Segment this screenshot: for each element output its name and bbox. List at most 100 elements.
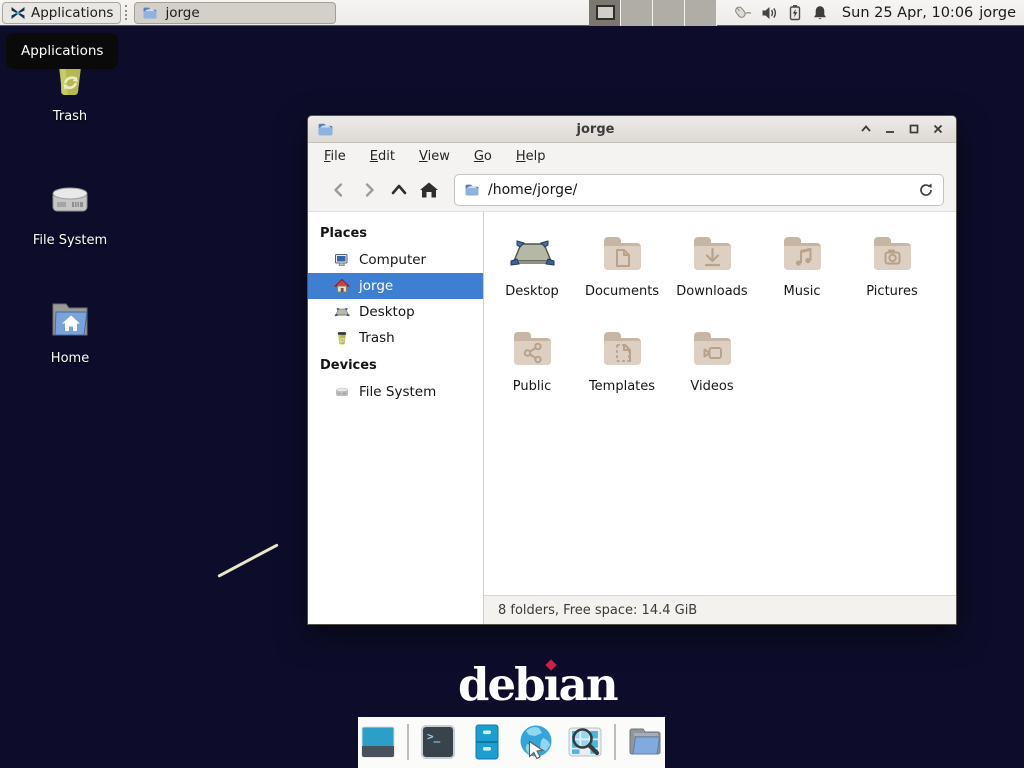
desktop-icon-file-system[interactable]: File System [22, 176, 118, 248]
menu-go[interactable]: Go [474, 149, 492, 164]
window-title: jorge [334, 122, 857, 137]
panel-grip-handle[interactable] [125, 5, 130, 20]
menu-file[interactable]: File [324, 149, 346, 164]
sidebar-item-desktop[interactable]: Desktop [308, 299, 483, 325]
folder-templates[interactable]: Templates [577, 315, 667, 410]
sidebar-item-label: File System [359, 384, 436, 400]
desktop-icon [508, 229, 556, 277]
location-bar[interactable]: /home/jorge/ [454, 174, 944, 206]
status-bar: 8 folders, Free space: 14.4 GiB [484, 595, 956, 624]
workspace-3[interactable] [653, 0, 685, 26]
sidebar-item-jorge[interactable]: jorge [308, 273, 483, 299]
sidebar-item-label: Trash [359, 330, 395, 346]
show-desktop-icon[interactable] [358, 722, 398, 762]
mouse-icon[interactable] [731, 4, 751, 22]
applications-menu-button[interactable]: Applications [2, 2, 121, 24]
file-manager-window: jorge File Edit View Go Help [307, 115, 957, 625]
documents-folder-icon [598, 229, 646, 277]
sidebar-item-trash[interactable]: Trash [308, 325, 483, 351]
up-button[interactable] [384, 176, 414, 204]
sidebar-item-label: Computer [359, 252, 426, 268]
system-tray [731, 4, 828, 22]
home-button[interactable] [414, 176, 444, 204]
file-view[interactable]: Desktop Documents Downloads [484, 212, 956, 624]
videos-folder-icon [688, 324, 736, 372]
panel-clock[interactable]: Sun 25 Apr, 10:06 [842, 5, 973, 21]
taskbar-window-label: jorge [165, 5, 199, 21]
folder-music[interactable]: Music [757, 220, 847, 315]
menu-edit[interactable]: Edit [370, 149, 395, 164]
file-manager-icon[interactable] [625, 722, 665, 762]
sidebar-item-file-system[interactable]: File System [308, 379, 483, 405]
workspace-4[interactable] [685, 0, 717, 26]
top-panel: Applications jorge [0, 0, 1024, 26]
workspace-pager [589, 0, 717, 26]
status-text: 8 folders, Free space: 14.4 GiB [498, 603, 697, 618]
hard-drive-icon [334, 384, 350, 400]
sidebar-item-label: Desktop [359, 304, 415, 320]
folder-icon [464, 182, 480, 198]
sidebar: Places Computer jorge Desktop [308, 212, 484, 624]
debian-wordmark-part: an [559, 658, 617, 711]
folder-public[interactable]: Public [487, 315, 577, 410]
folder-label: Templates [589, 379, 655, 394]
icon-grid: Desktop Documents Downloads [487, 220, 937, 410]
window-titlebar[interactable]: jorge [308, 116, 956, 143]
desktop-icon-home[interactable]: Home [22, 294, 118, 366]
downloads-folder-icon [688, 229, 736, 277]
folder-pictures[interactable]: Pictures [847, 220, 937, 315]
applications-menu-label: Applications [31, 5, 113, 21]
desktop-icon [334, 304, 350, 320]
taskbar-window-button[interactable]: jorge [134, 2, 336, 24]
reload-icon[interactable] [918, 182, 934, 198]
panel-username[interactable]: jorge [979, 5, 1016, 21]
folder-icon [142, 5, 158, 21]
location-text[interactable]: /home/jorge/ [488, 182, 910, 198]
folder-label: Music [784, 284, 821, 299]
desktop-icon-label: Home [51, 351, 89, 366]
up-icon [390, 182, 408, 198]
minimize-icon[interactable] [881, 120, 899, 138]
maximize-icon[interactable] [905, 120, 923, 138]
notifications-bell-icon[interactable] [812, 4, 828, 21]
window-folder-icon [317, 121, 334, 138]
app-finder-icon[interactable] [565, 722, 605, 762]
volume-icon[interactable] [761, 5, 778, 21]
hard-drive-icon [46, 176, 94, 224]
back-button[interactable] [324, 176, 354, 204]
battery-charging-icon[interactable] [788, 4, 802, 21]
folder-downloads[interactable]: Downloads [667, 220, 757, 315]
folder-label: Desktop [505, 284, 559, 299]
folder-videos[interactable]: Videos [667, 315, 757, 410]
cursor-streak-artifact [217, 543, 278, 578]
window-controls [857, 120, 947, 138]
folder-label: Public [513, 379, 551, 394]
dock-panel: >_ [358, 717, 665, 768]
folder-label: Pictures [866, 284, 917, 299]
window-body: Places Computer jorge Desktop [308, 212, 956, 624]
trash-icon [334, 330, 350, 346]
menu-view[interactable]: View [419, 149, 450, 164]
file-cabinet-icon[interactable] [467, 722, 507, 762]
menu-help[interactable]: Help [516, 149, 546, 164]
dock-separator [407, 724, 409, 760]
desktop-icon-label: Trash [53, 109, 87, 124]
forward-button[interactable] [354, 176, 384, 204]
folder-label: Documents [585, 284, 659, 299]
workspace-2[interactable] [621, 0, 653, 26]
web-browser-icon[interactable] [516, 722, 556, 762]
folder-documents[interactable]: Documents [577, 220, 667, 315]
sidebar-item-computer[interactable]: Computer [308, 247, 483, 273]
workspace-window-preview [596, 5, 615, 20]
folder-desktop[interactable]: Desktop [487, 220, 577, 315]
pictures-folder-icon [868, 229, 916, 277]
debian-wordmark: debıan [458, 658, 617, 711]
terminal-icon[interactable]: >_ [418, 722, 458, 762]
computer-icon [334, 252, 350, 268]
close-icon[interactable] [929, 120, 947, 138]
shade-icon[interactable] [857, 120, 875, 138]
workspace-1[interactable] [589, 0, 621, 26]
forward-icon [361, 182, 377, 198]
home-folder-icon [46, 294, 94, 342]
sidebar-devices-header: Devices [308, 351, 483, 379]
